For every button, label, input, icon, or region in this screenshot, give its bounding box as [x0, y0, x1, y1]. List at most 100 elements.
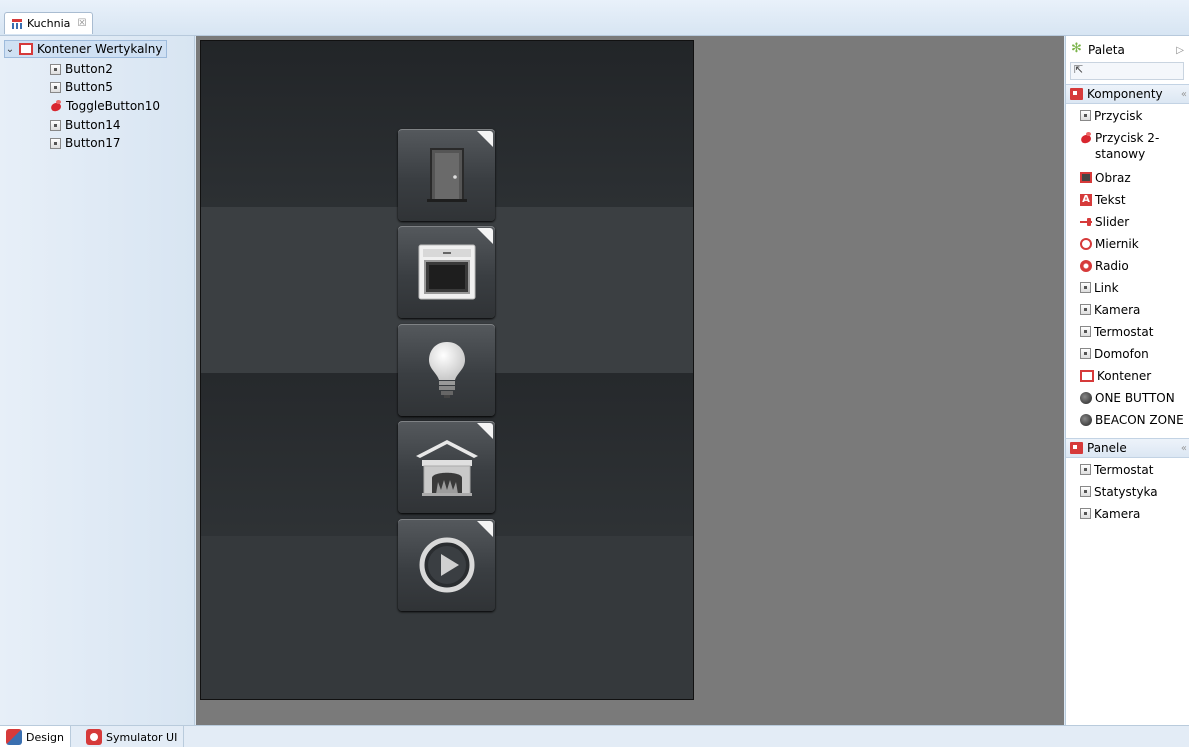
drawer-komponenty[interactable]: Komponenty « [1066, 84, 1189, 104]
bottom-tab-bar: Design Symulator UI [0, 725, 1189, 747]
tab-label: Design [26, 730, 64, 744]
palette-title: Paleta [1088, 43, 1125, 57]
pointer-icon: ⇱ [1074, 63, 1084, 76]
button-icon [1080, 282, 1091, 293]
palette-item[interactable]: Miernik [1080, 236, 1188, 252]
tree-item-label: Button2 [65, 62, 113, 76]
tile-button-door[interactable] [398, 129, 495, 221]
drawer-icon [1070, 88, 1083, 100]
device-preview[interactable] [200, 40, 694, 700]
palette-item-label: Radio [1095, 259, 1129, 273]
image-icon [1080, 172, 1092, 183]
palette-item[interactable]: Kamera [1080, 302, 1188, 318]
palette-item-label: ONE BUTTON [1095, 391, 1175, 405]
tab-design[interactable]: Design [0, 726, 71, 747]
palette-item[interactable]: Link [1080, 280, 1188, 296]
tree-item-label: ToggleButton10 [66, 99, 161, 113]
palette-item-label: Tekst [1095, 193, 1126, 207]
palette-item[interactable]: ONE BUTTON [1080, 390, 1188, 406]
door-icon [426, 148, 467, 202]
editor-tab-strip: Kuchnia ☒ [0, 0, 1189, 36]
tree-item[interactable]: Button14 [50, 116, 120, 134]
palette-item[interactable]: Slider [1080, 214, 1188, 230]
palette-item-label: Przycisk 2-stanowy [1095, 131, 1160, 161]
palette-icon [1071, 41, 1084, 56]
radio-icon [1080, 260, 1092, 272]
palette-item-label: Przycisk [1094, 109, 1143, 123]
tree-item[interactable]: Button5 [50, 78, 113, 96]
text-icon: A [1080, 194, 1092, 206]
palette-item[interactable]: Termostat [1080, 462, 1188, 478]
palette-item[interactable]: Radio [1080, 258, 1188, 274]
palette-item-label: Link [1094, 281, 1119, 295]
palette-item[interactable]: Kamera [1080, 506, 1188, 522]
button-icon [50, 63, 61, 75]
corner-marker-icon [477, 423, 493, 439]
palette-header[interactable]: Paleta ▷ [1066, 40, 1189, 60]
tree-item-label: Button17 [65, 136, 121, 150]
tab-simulator[interactable]: Symulator UI [80, 726, 185, 747]
outline-tree: ⌄ Kontener Wertykalny Button2 Button5 To… [0, 36, 195, 725]
tile-button-fireplace[interactable] [398, 421, 495, 513]
drawer-icon [1070, 442, 1083, 454]
fireplace-icon [415, 440, 478, 496]
tree-item[interactable]: ToggleButton10 [50, 97, 160, 115]
oven-icon [418, 244, 475, 300]
container-icon [1080, 370, 1094, 382]
editor-tab-title: Kuchnia [27, 17, 71, 30]
palette-item[interactable]: Statystyka [1080, 484, 1188, 500]
tree-item-label: Kontener Wertykalny [37, 42, 163, 56]
palette-item-label: Miernik [1095, 237, 1139, 251]
dark-circle-icon [1080, 414, 1092, 426]
palette-item[interactable]: Kontener [1080, 368, 1188, 384]
palette-item-label: Termostat [1094, 325, 1154, 339]
tree-item-label: Button14 [65, 118, 121, 132]
editor-tab-kuchnia[interactable]: Kuchnia ☒ [4, 12, 94, 34]
palette-item-label: Obraz [1095, 171, 1131, 185]
palette-item-label: Kamera [1094, 507, 1141, 521]
palette-item-label: Slider [1095, 215, 1130, 229]
collapse-icon[interactable]: « [1181, 443, 1187, 454]
button-icon [1080, 110, 1091, 121]
tree-item[interactable]: Button17 [50, 134, 120, 152]
tree-item[interactable]: Button2 [50, 60, 113, 78]
palette-item[interactable]: BEACON ZONE [1080, 412, 1188, 428]
button-icon [1080, 348, 1091, 359]
palette-item[interactable]: Przycisk [1080, 108, 1188, 124]
button-icon [1080, 508, 1091, 519]
palette-item[interactable]: Obraz [1080, 170, 1188, 186]
container-icon [19, 43, 33, 55]
expand-arrow-icon[interactable]: ▷ [1176, 45, 1184, 56]
play-icon [419, 537, 474, 593]
drawer-label: Panele [1087, 441, 1127, 455]
toggle-button-icon [50, 100, 62, 112]
palette-item[interactable]: A Tekst [1080, 192, 1188, 208]
tile-button-light[interactable] [398, 324, 495, 416]
corner-marker-icon [477, 131, 493, 147]
corner-marker-icon [477, 521, 493, 537]
gauge-icon [1080, 238, 1092, 250]
tile-button-oven[interactable] [398, 226, 495, 318]
palette-item-label: Domofon [1094, 347, 1149, 361]
palette-item-label: Statystyka [1094, 485, 1158, 499]
palette-item-label: Kontener [1097, 369, 1152, 383]
drawer-panele[interactable]: Panele « [1066, 438, 1189, 458]
close-icon[interactable]: ☒ [77, 18, 86, 29]
palette-panel: Paleta ▷ ⇱ Komponenty « Przycisk Przycis… [1065, 36, 1189, 725]
palette-item[interactable]: Termostat [1080, 324, 1188, 340]
select-tool[interactable]: ⇱ [1070, 62, 1184, 80]
tree-item-label: Button5 [65, 80, 113, 94]
tile-button-play[interactable] [398, 519, 495, 611]
button-icon [1080, 326, 1091, 337]
tab-label: Symulator UI [106, 730, 178, 744]
palette-item[interactable]: Domofon [1080, 346, 1188, 362]
chevron-down-icon[interactable]: ⌄ [5, 44, 15, 55]
collapse-icon[interactable]: « [1181, 89, 1187, 100]
button-icon [1080, 304, 1091, 315]
palette-item-label: Kamera [1094, 303, 1141, 317]
palette-item[interactable]: Przycisk 2-stanowy [1080, 130, 1188, 162]
button-icon [1080, 486, 1091, 497]
tree-item-root[interactable]: ⌄ Kontener Wertykalny [4, 40, 168, 58]
palette-item-label: Termostat [1094, 463, 1154, 477]
drawer-label: Komponenty [1087, 87, 1163, 101]
